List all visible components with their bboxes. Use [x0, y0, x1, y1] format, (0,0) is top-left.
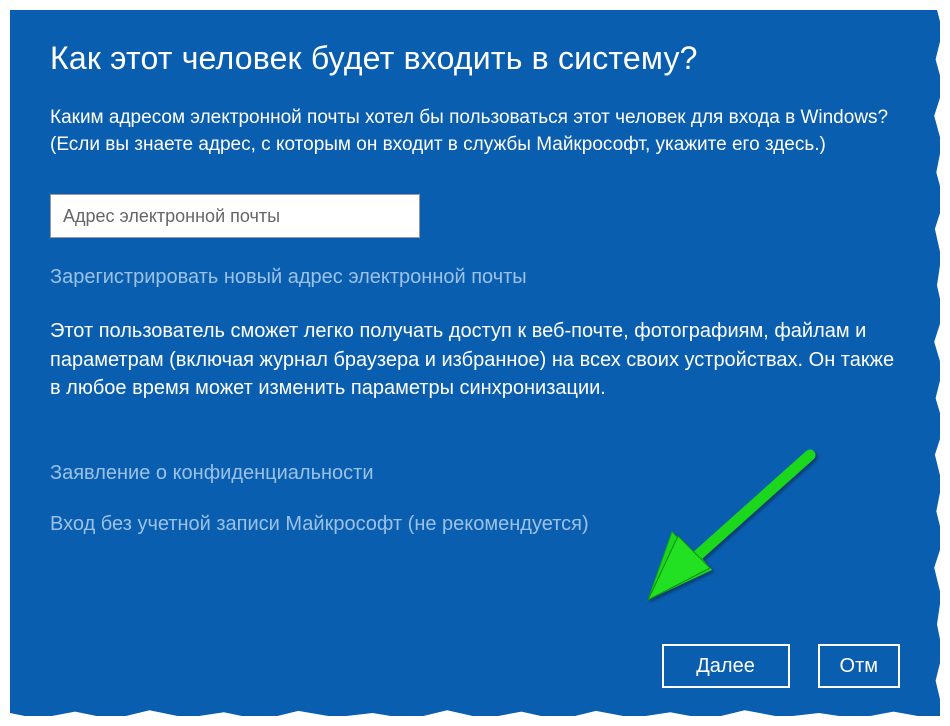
dialog-window: Как этот человек будет входить в систему… [10, 10, 940, 716]
cancel-button[interactable]: Отм [818, 644, 900, 688]
privacy-statement-link[interactable]: Заявление о конфиденциальности [50, 462, 900, 485]
email-field[interactable] [50, 194, 420, 238]
sync-description: Этот пользователь сможет легко получать … [50, 317, 900, 402]
next-button[interactable]: Далее [662, 644, 790, 688]
signin-without-ms-account-link[interactable]: Вход без учетной записи Майкрософт (не р… [50, 513, 900, 536]
page-title: Как этот человек будет входить в систему… [50, 40, 900, 77]
intro-description: Каким адресом электронной почты хотел бы… [50, 105, 900, 158]
button-row: Далее Отм [662, 644, 900, 688]
register-new-email-link[interactable]: Зарегистрировать новый адрес электронной… [50, 266, 900, 289]
